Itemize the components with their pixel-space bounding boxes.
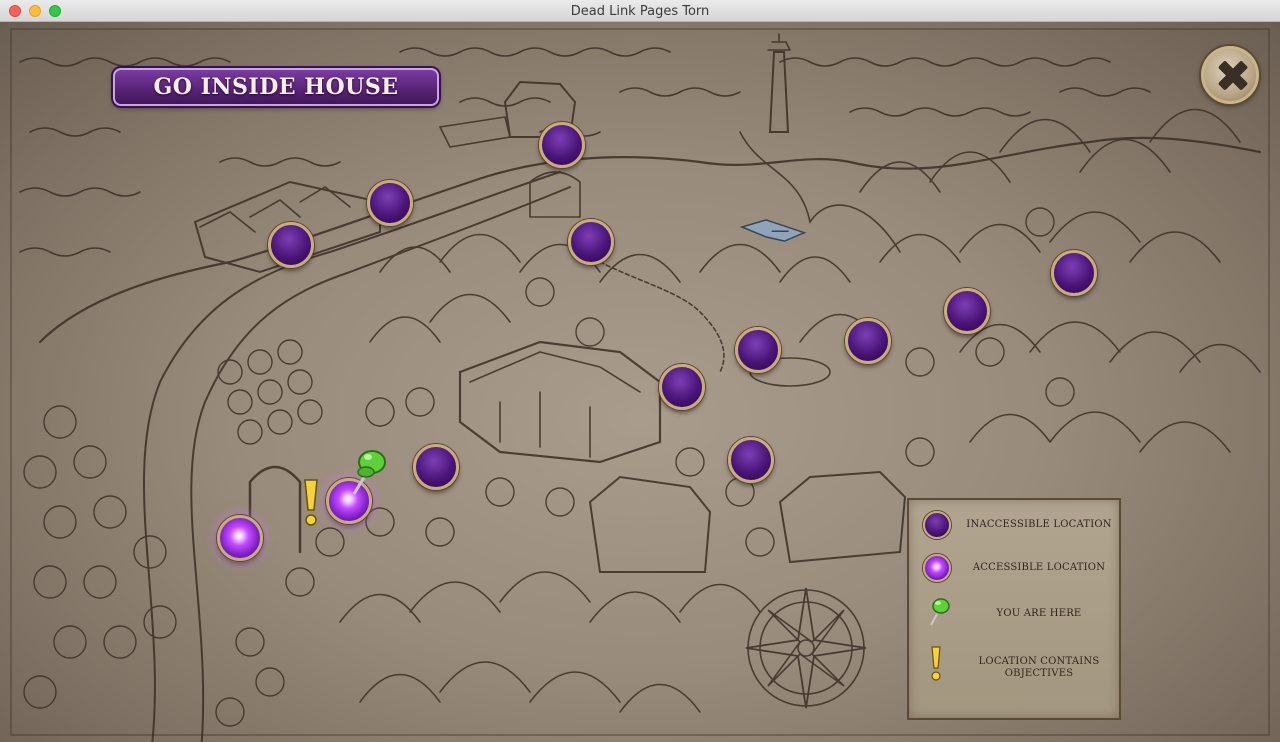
location-manor[interactable] xyxy=(659,364,705,410)
window-titlebar[interactable]: Dead Link Pages Torn xyxy=(0,0,1280,22)
you-are-here-pushpin-icon xyxy=(352,450,386,495)
go-inside-house-button[interactable]: GO INSIDE HOUSE xyxy=(113,68,439,106)
exclamation-icon xyxy=(931,646,941,681)
legend-row-inaccessible: INACCESSIBLE LOCATION xyxy=(909,506,1123,546)
legend-label: YOU ARE HERE xyxy=(996,608,1082,619)
legend-label: LOCATION CONTAINS OBJECTIVES xyxy=(978,656,1100,679)
location-statue-path[interactable] xyxy=(413,444,459,490)
location-shed[interactable] xyxy=(728,437,774,483)
map-view: GO INSIDE HOUSE INACCESSIBLE LOCATION AC… xyxy=(0,22,1280,742)
location-gazebo[interactable] xyxy=(568,219,614,265)
legend-label: INACCESSIBLE LOCATION xyxy=(966,519,1112,530)
location-well[interactable] xyxy=(735,327,781,373)
location-dock-house[interactable] xyxy=(539,122,585,168)
legend-row-you-are-here: YOU ARE HERE xyxy=(909,594,1123,634)
window-title: Dead Link Pages Torn xyxy=(570,4,710,19)
location-east-hills[interactable] xyxy=(944,288,990,334)
location-north-hills[interactable] xyxy=(845,318,891,364)
pushpin-icon xyxy=(930,598,950,626)
legend-row-accessible: ACCESSIBLE LOCATION xyxy=(909,548,1123,588)
game-window: Dead Link Pages Torn GO INSIDE HOUSE INA… xyxy=(0,0,1280,742)
accessible-location-icon xyxy=(923,554,951,582)
pen-cursor-icon xyxy=(739,219,807,242)
inaccessible-location-icon xyxy=(923,511,951,539)
location-row-houses-west[interactable] xyxy=(268,222,314,268)
location-far-east-hills[interactable] xyxy=(1051,250,1097,296)
close-map-button[interactable] xyxy=(1201,46,1259,104)
map-legend: INACCESSIBLE LOCATION ACCESSIBLE LOCATIO… xyxy=(907,498,1121,720)
location-row-houses-east[interactable] xyxy=(367,180,413,226)
legend-label: ACCESSIBLE LOCATION xyxy=(972,562,1106,573)
objective-exclamation-icon xyxy=(304,479,318,526)
legend-row-objectives: LOCATION CONTAINS OBJECTIVES xyxy=(909,640,1123,700)
location-gate[interactable] xyxy=(217,515,263,561)
